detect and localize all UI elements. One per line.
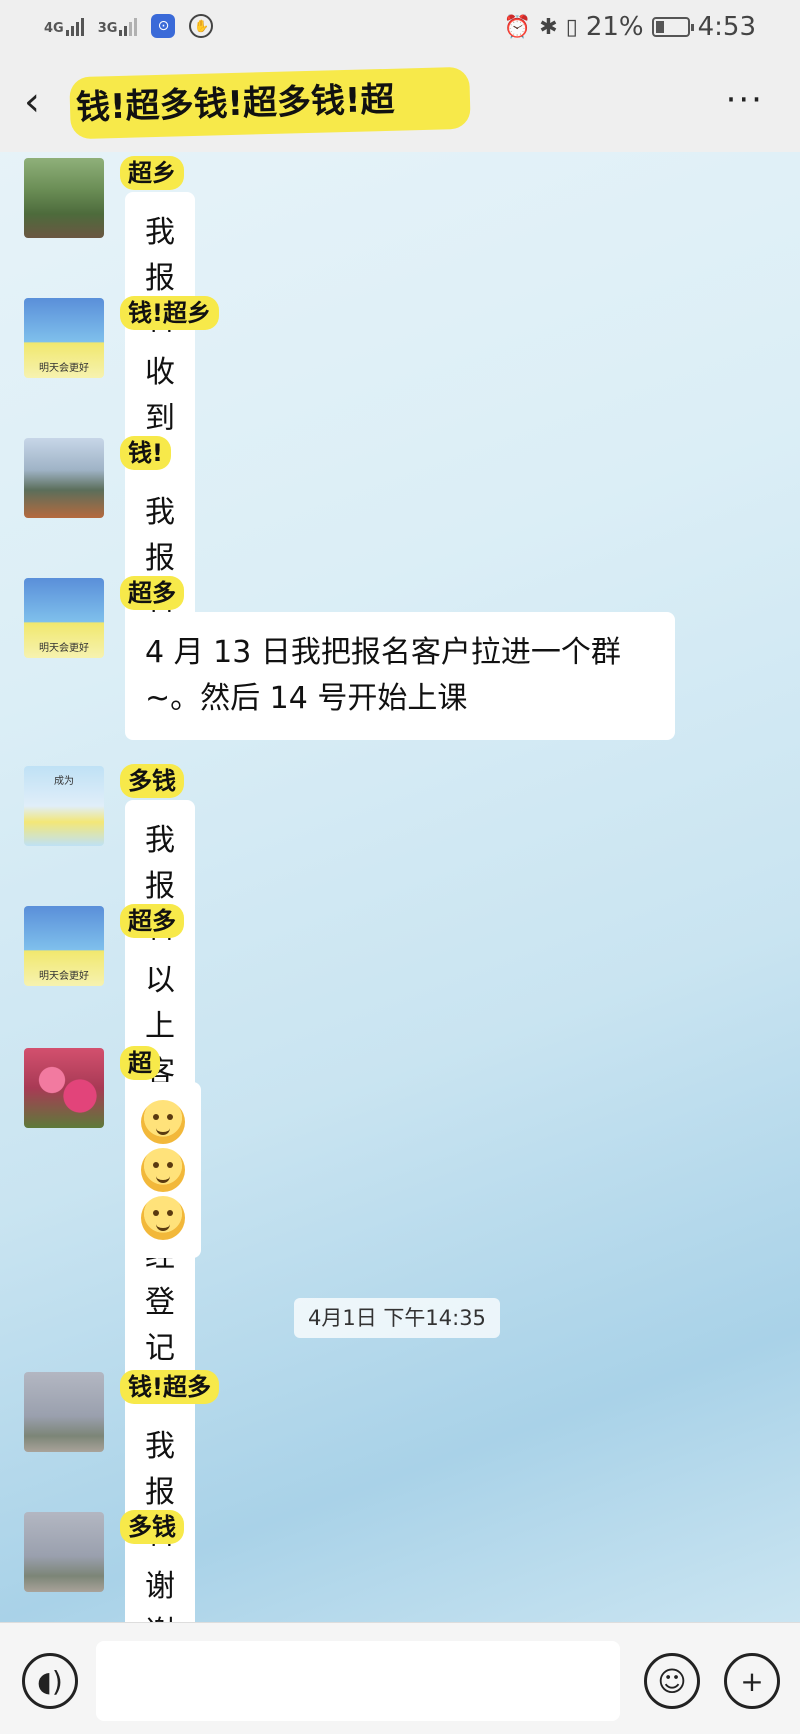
avatar[interactable]: 明天会更好 (24, 298, 104, 378)
sender-name: 超多 (120, 904, 184, 938)
hand-icon: ✋ (189, 14, 214, 38)
avatar[interactable] (24, 1512, 104, 1592)
avatar-caption: 明天会更好 (39, 643, 89, 654)
battery-icon (651, 17, 694, 37)
avatar-caption: 明天会更好 (39, 971, 89, 982)
signal-4g-icon: 4G (44, 16, 84, 36)
chat-title: 钱!超多钱!超多钱!超 (69, 66, 471, 140)
voice-input-icon[interactable]: ◖) (22, 1653, 78, 1709)
message-bubble[interactable]: 谢谢 (125, 1546, 195, 1622)
sender-name: 钱!超乡 (120, 296, 219, 330)
message-input[interactable] (96, 1641, 620, 1721)
sender-name: 钱!超多 (120, 1370, 219, 1404)
sender-name: 多钱 (120, 1510, 184, 1544)
emoji-picker-icon[interactable]: ☺ (644, 1653, 700, 1709)
alarm-icon: ⏰ (503, 14, 532, 40)
emoji-icon (141, 1100, 185, 1144)
emoji-bubble[interactable] (125, 1082, 201, 1258)
clock: 4:53 (697, 12, 756, 42)
avatar[interactable] (24, 438, 104, 518)
vibrate-icon: ▯ (565, 14, 578, 40)
chat-header: ‹ 钱!超多钱!超多钱!超 ··· (0, 56, 800, 152)
avatar[interactable] (24, 1372, 104, 1452)
input-bar: ◖) ☺ + (0, 1622, 800, 1734)
message-list[interactable]: 超乡 我报名 明天会更好 钱!超乡 收到 ~ 钱! 我报名 明天会更好 超多 4… (0, 152, 800, 1622)
avatar[interactable]: 成为 (24, 766, 104, 846)
avatar[interactable] (24, 1048, 104, 1128)
more-options-icon[interactable]: ··· (726, 80, 764, 120)
status-bar: 4G 3G ⊙ ✋ ⏰ ✱ ▯ 21% 4:53 (0, 0, 800, 56)
emoji-icon (141, 1196, 185, 1240)
message-bubble[interactable]: 4 月 13 日我把报名客户拉进一个群 ~。然后 14 号开始上课 (125, 612, 675, 740)
avatar[interactable] (24, 158, 104, 238)
battery-percent: 21% (585, 12, 644, 42)
status-left: 4G 3G ⊙ ✋ (44, 14, 214, 38)
avatar[interactable]: 明天会更好 (24, 578, 104, 658)
emoji-icon (141, 1148, 185, 1192)
signal-3g-icon: 3G (98, 16, 138, 36)
bluetooth-icon: ✱ (539, 14, 558, 40)
status-right: ⏰ ✱ ▯ 21% 4:53 (504, 12, 756, 42)
add-attachment-icon[interactable]: + (724, 1653, 780, 1709)
app-notification-icon: ⊙ (151, 14, 176, 38)
sender-name: 超多 (120, 576, 184, 610)
timestamp: 4月1日 下午14:35 (294, 1298, 500, 1338)
sender-name: 超乡 (120, 156, 184, 190)
sender-name: 钱! (120, 436, 171, 470)
avatar[interactable]: 明天会更好 (24, 906, 104, 986)
avatar-caption: 成为 (54, 776, 74, 787)
back-icon[interactable]: ‹ (24, 82, 64, 126)
sender-name: 多钱 (120, 764, 184, 798)
sender-name: 超 (120, 1046, 160, 1080)
avatar-caption: 明天会更好 (39, 363, 89, 374)
